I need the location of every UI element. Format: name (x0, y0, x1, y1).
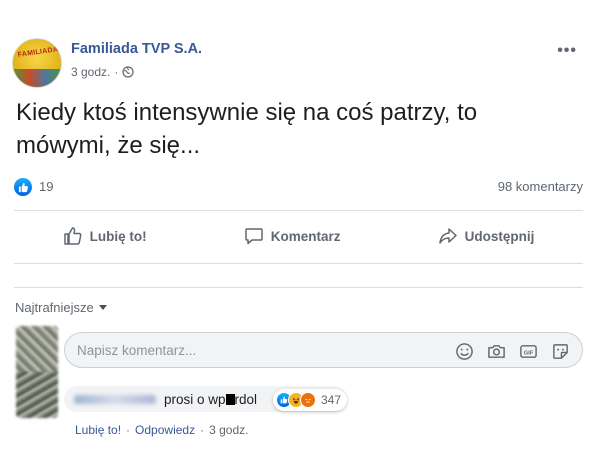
comment-button[interactable]: Komentarz (244, 226, 341, 246)
comment-text-start: prosi o wp (164, 391, 226, 407)
comment-input[interactable] (77, 333, 437, 367)
angry-reaction-icon (300, 392, 316, 408)
comment-button-label: Komentarz (270, 228, 341, 244)
comments-count-link[interactable]: 98 komentarzy (498, 179, 583, 194)
post-header: FAMILIADA Familiada TVP S.A. 3 godz. · •… (12, 38, 579, 88)
meta-separator: · (114, 65, 119, 79)
composer-icons: GIF (454, 341, 570, 361)
separator: · (126, 423, 131, 437)
post-action-bar: Lubię to! Komentarz Udostępnij (14, 216, 583, 256)
caret-down-icon (98, 305, 107, 310)
comment-actions: Lubię to! · Odpowiedz · 3 godz. (75, 423, 248, 437)
reactions-row: 19 98 komentarzy (14, 178, 583, 198)
comment-time[interactable]: 3 godz. (209, 423, 248, 437)
comment-sort-label: Najtrafniejsze (15, 300, 94, 315)
like-button-label: Lubię to! (89, 228, 147, 244)
comment-sort-dropdown[interactable]: Najtrafniejsze (15, 300, 107, 315)
comment-reply-link[interactable]: Odpowiedz (135, 423, 195, 437)
separator: · (200, 423, 205, 437)
post-text: Kiedy ktoś intensywnie się na coś patrzy… (16, 99, 478, 159)
comment-like-link[interactable]: Lubię to! (75, 423, 121, 437)
emoji-icon[interactable] (454, 341, 474, 361)
comment-text-end: rdol (234, 391, 258, 407)
page-name-link[interactable]: Familiada TVP S.A. (71, 41, 202, 57)
more-icon[interactable]: ••• (557, 42, 577, 60)
divider (14, 263, 583, 264)
share-button[interactable]: Udostępnij (438, 226, 535, 246)
divider (14, 210, 583, 211)
commenter-name-link[interactable] (74, 394, 156, 404)
commenter-avatar[interactable] (16, 372, 58, 418)
comment-reactions-count: 347 (321, 393, 342, 407)
post-time[interactable]: 3 godz. (71, 65, 110, 79)
like-reaction-icon[interactable] (14, 178, 32, 196)
divider (14, 287, 583, 288)
comment-composer: GIF (64, 332, 583, 368)
camera-icon[interactable] (486, 341, 506, 361)
censor-block (225, 393, 235, 405)
comment-text: prosi o wp rdol (164, 392, 257, 407)
share-arrow-icon (438, 228, 457, 244)
thumbs-up-icon (63, 227, 82, 245)
globe-icon[interactable] (122, 66, 134, 78)
post-meta: 3 godz. · (71, 65, 134, 79)
share-button-label: Udostępnij (464, 228, 535, 244)
reactions-count[interactable]: 19 (39, 179, 53, 194)
comment-reactions[interactable]: 347 (273, 389, 348, 411)
like-button[interactable]: Lubię to! (63, 226, 147, 246)
avatar-logo-text: FAMILIADA (17, 46, 59, 59)
avatar-logo-decoration (13, 69, 61, 87)
comment-bubble-icon (244, 228, 263, 245)
sticker-icon[interactable] (550, 341, 570, 361)
current-user-avatar[interactable] (16, 326, 58, 376)
svg-text:GIF: GIF (523, 350, 533, 356)
gif-icon[interactable]: GIF (518, 341, 538, 361)
page-avatar[interactable]: FAMILIADA (12, 38, 62, 88)
